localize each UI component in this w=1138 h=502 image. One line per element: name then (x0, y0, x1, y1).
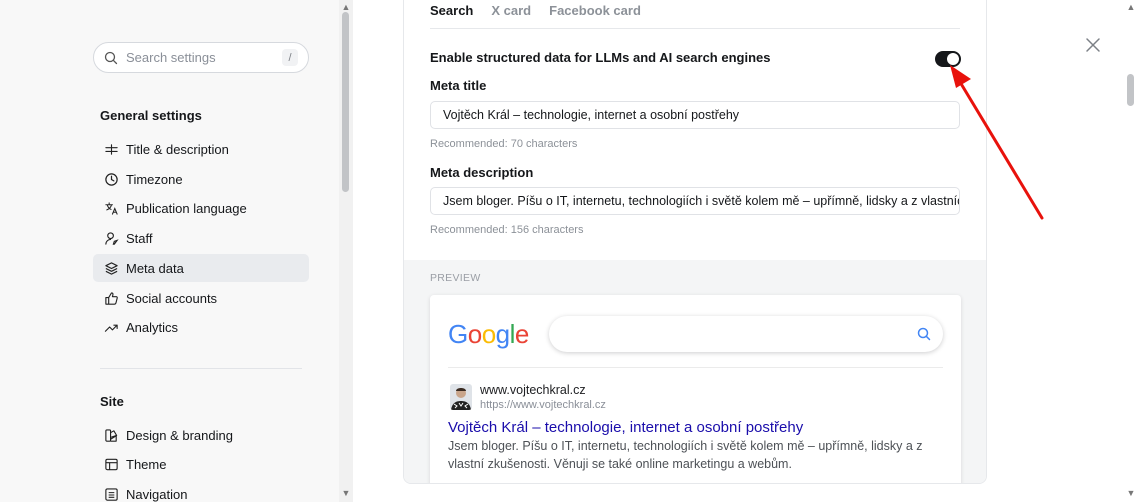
annotation-arrow-icon (950, 65, 1044, 220)
sidebar-scroll-thumb[interactable] (342, 12, 349, 192)
meta-title-label: Meta title (430, 78, 487, 93)
tab-x-card[interactable]: X card (491, 3, 531, 18)
meta-data-panel: Search X card Facebook card Enable struc… (403, 0, 987, 484)
general-settings-heading: General settings (100, 108, 202, 123)
tabs-divider (430, 28, 960, 29)
google-logo-letter: o (467, 319, 482, 349)
preview-label: PREVIEW (430, 272, 481, 284)
search-preview: PREVIEW Google www.vojtechkral.cz https:… (404, 260, 986, 483)
search-icon (104, 51, 118, 64)
scroll-up-icon[interactable]: ▲ (341, 3, 351, 12)
sidebar-item-label: Staff (126, 230, 153, 246)
layers-icon (103, 260, 119, 276)
sidebar-item-title-description[interactable]: Title & description (93, 135, 309, 163)
preview-result-description: Jsem bloger. Píšu o IT, internetu, techn… (448, 439, 923, 471)
preview-site-url: https://www.vojtechkral.cz (480, 399, 606, 411)
scroll-down-icon[interactable]: ▼ (1126, 489, 1136, 498)
site-avatar (450, 384, 472, 410)
google-logo-letter: g (495, 319, 510, 349)
thumbs-up-icon (103, 290, 119, 306)
meta-title-hint: Recommended: 70 characters (430, 138, 578, 150)
clock-icon (103, 171, 119, 187)
google-logo-text: Google (448, 319, 529, 349)
sidebar-item-meta-data[interactable]: Meta data (93, 254, 309, 282)
site-heading: Site (100, 394, 124, 409)
tab-facebook-card[interactable]: Facebook card (549, 3, 641, 18)
sidebar-item-label: Timezone (126, 171, 183, 187)
sidebar-divider (100, 368, 302, 369)
scroll-down-icon[interactable]: ▼ (341, 489, 351, 498)
preview-site-name: www.vojtechkral.cz (480, 383, 586, 397)
scroll-up-icon[interactable]: ▲ (1126, 3, 1136, 12)
preview-divider (448, 367, 943, 368)
sidebar-item-label: Navigation (126, 486, 188, 502)
sidebar-item-label: Title & description (126, 141, 229, 157)
sidebar-item-label: Publication language (126, 200, 247, 216)
sidebar-item-label: Meta data (126, 260, 184, 276)
staff-icon (103, 230, 119, 246)
meta-tabs: Search X card Facebook card (430, 3, 641, 18)
close-icon[interactable] (1085, 37, 1101, 53)
settings-sidebar: Search settings / General settings Title… (0, 0, 339, 502)
google-logo-letter: G (448, 319, 468, 349)
meta-description-label: Meta description (430, 165, 534, 180)
preview-result-title: Vojtěch Král – technologie, internet a o… (448, 419, 804, 436)
meta-title-input[interactable]: Vojtěch Král – technologie, internet a o… (430, 101, 960, 129)
search-icon (917, 327, 931, 341)
sidebar-scrollbar[interactable]: ▲ ▼ (339, 0, 353, 502)
sidebar-item-label: Theme (126, 456, 167, 472)
search-input[interactable]: Search settings / (93, 42, 309, 73)
page-scrollbar[interactable]: ▲ ▼ (1124, 0, 1138, 502)
sidebar-item-timezone[interactable]: Timezone (93, 165, 309, 193)
sidebar-item-analytics[interactable]: Analytics (93, 313, 309, 341)
meta-description-hint: Recommended: 156 characters (430, 224, 584, 236)
sidebar-item-navigation[interactable]: Navigation (93, 480, 309, 502)
google-logo-letter: o (481, 319, 496, 349)
google-preview-card: Google www.vojtechkral.cz https://www.vo… (430, 295, 961, 483)
sidebar-item-social-accounts[interactable]: Social accounts (93, 284, 309, 312)
sidebar-item-theme[interactable]: Theme (93, 450, 309, 478)
sidebar-item-design-branding[interactable]: Design & branding (93, 421, 309, 449)
theme-icon (103, 456, 119, 472)
translate-icon (103, 200, 119, 216)
sidebar-item-label: Social accounts (126, 290, 218, 306)
navigation-icon (103, 486, 119, 502)
search-shortcut-key: / (282, 49, 298, 66)
sidebar-item-label: Design & branding (126, 427, 233, 443)
google-logo-letter: e (514, 319, 529, 349)
sidebar-item-label: Analytics (126, 319, 179, 335)
sidebar-item-publication-language[interactable]: Publication language (93, 194, 309, 222)
structured-data-label: Enable structured data for LLMs and AI s… (430, 50, 771, 65)
page-scroll-thumb[interactable] (1127, 74, 1134, 106)
paint-icon (103, 427, 119, 443)
search-placeholder: Search settings (126, 50, 216, 65)
meta-description-input[interactable]: Jsem bloger. Píšu o IT, internetu, techn… (430, 187, 960, 215)
tab-search[interactable]: Search (430, 3, 473, 18)
sidebar-item-staff[interactable]: Staff (93, 224, 309, 252)
title-icon (103, 141, 119, 157)
trend-icon (103, 319, 119, 335)
google-logo: Google (448, 319, 529, 350)
google-search-box (549, 316, 943, 352)
